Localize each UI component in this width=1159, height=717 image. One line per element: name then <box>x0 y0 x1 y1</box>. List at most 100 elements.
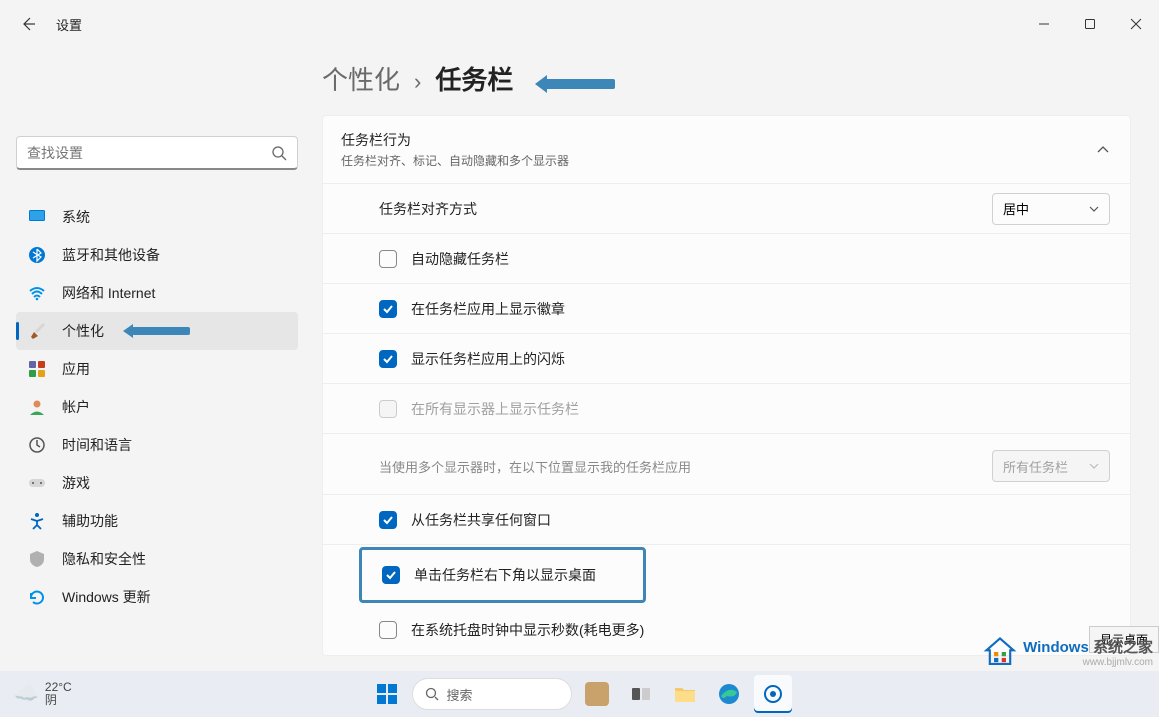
sidebar-item-system[interactable]: 系统 <box>16 198 298 236</box>
row-badges: 在任务栏应用上显示徽章 <box>323 284 1130 334</box>
sidebar: 系统 蓝牙和其他设备 网络和 Internet 个性化 应用 帐户 时间和语言 … <box>0 48 310 671</box>
close-button[interactable] <box>1113 4 1159 44</box>
weather-cond: 阴 <box>45 694 72 707</box>
chevron-right-icon: › <box>414 69 421 95</box>
sidebar-item-time[interactable]: 时间和语言 <box>16 426 298 464</box>
sidebar-item-label: 个性化 <box>62 321 104 341</box>
taskview-icon <box>630 683 652 705</box>
edge-button[interactable] <box>710 675 748 713</box>
person-icon <box>28 398 46 416</box>
row-alignment: 任务栏对齐方式 居中 <box>323 184 1130 234</box>
accessibility-icon <box>28 512 46 530</box>
panel-title: 任务栏行为 <box>341 130 1074 150</box>
update-icon <box>28 588 46 606</box>
sidebar-item-privacy[interactable]: 隐私和安全性 <box>16 540 298 578</box>
search-input-wrap[interactable] <box>16 136 298 170</box>
row-multi-note: 当使用多个显示器时，在以下位置显示我的任务栏应用 所有任务栏 <box>323 434 1130 495</box>
share-window-checkbox[interactable] <box>379 511 397 529</box>
shield-icon <box>28 550 46 568</box>
sidebar-item-label: 游戏 <box>62 473 90 493</box>
chevron-down-icon <box>1089 461 1099 471</box>
row-all-displays: 在所有显示器上显示任务栏 <box>323 384 1130 434</box>
folder-icon <box>673 682 697 706</box>
tray-clock-checkbox[interactable] <box>379 621 397 639</box>
maximize-icon <box>1084 18 1096 30</box>
chevron-up-icon <box>1096 143 1110 157</box>
task-view-button[interactable] <box>622 675 660 713</box>
content-area: 个性化 › 任务栏 任务栏行为 任务栏对齐、标记、自动隐藏和多个显示器 任务栏对… <box>310 48 1159 671</box>
sidebar-item-accessibility[interactable]: 辅助功能 <box>16 502 298 540</box>
check-icon <box>382 303 394 315</box>
alignment-select[interactable]: 居中 <box>992 193 1110 225</box>
sidebar-item-update[interactable]: Windows 更新 <box>16 578 298 616</box>
panel-header[interactable]: 任务栏行为 任务栏对齐、标记、自动隐藏和多个显示器 <box>323 116 1130 184</box>
sidebar-item-personalize[interactable]: 个性化 <box>16 312 298 350</box>
arrow-left-icon <box>20 16 36 32</box>
sidebar-item-network[interactable]: 网络和 Internet <box>16 274 298 312</box>
search-icon <box>425 687 439 701</box>
row-label: 任务栏对齐方式 <box>379 199 992 219</box>
check-icon <box>385 569 397 581</box>
apps-icon <box>28 360 46 378</box>
row-flashing: 显示任务栏应用上的闪烁 <box>323 334 1130 384</box>
row-autohide: 自动隐藏任务栏 <box>323 234 1130 284</box>
select-value: 所有任务栏 <box>1003 457 1068 476</box>
sidebar-item-account[interactable]: 帐户 <box>16 388 298 426</box>
gear-icon <box>762 683 784 705</box>
sidebar-item-bluetooth[interactable]: 蓝牙和其他设备 <box>16 236 298 274</box>
tooltip-show-desktop: 显示桌面 <box>1089 626 1159 653</box>
monitor-icon <box>28 208 46 226</box>
row-tray-clock: 在系统托盘时钟中显示秒数(耗电更多) <box>323 605 1130 655</box>
taskbar-behaviors-panel: 任务栏行为 任务栏对齐、标记、自动隐藏和多个显示器 任务栏对齐方式 居中 自动隐… <box>322 115 1131 656</box>
annotation-highlight: 单击任务栏右下角以显示桌面 <box>359 547 646 603</box>
panel-subtitle: 任务栏对齐、标记、自动隐藏和多个显示器 <box>341 152 1074 169</box>
back-button[interactable] <box>18 14 38 34</box>
sidebar-item-label: Windows 更新 <box>62 587 151 607</box>
edge-icon <box>717 682 741 706</box>
minimize-button[interactable] <box>1021 4 1067 44</box>
sidebar-item-gaming[interactable]: 游戏 <box>16 464 298 502</box>
settings-button[interactable] <box>754 675 792 713</box>
taskbar[interactable]: ☁️ 22°C 阴 搜索 <box>0 671 1159 717</box>
search-input[interactable] <box>27 145 271 161</box>
gamepad-icon <box>28 474 46 492</box>
show-desktop-checkbox[interactable] <box>382 566 400 584</box>
all-displays-checkbox <box>379 400 397 418</box>
start-button[interactable] <box>368 675 406 713</box>
row-label: 从任务栏共享任何窗口 <box>411 510 1110 530</box>
sidebar-item-label: 时间和语言 <box>62 435 132 455</box>
sidebar-item-apps[interactable]: 应用 <box>16 350 298 388</box>
windows-icon <box>375 682 399 706</box>
row-label: 显示任务栏应用上的闪烁 <box>411 349 1110 369</box>
row-show-desktop: 单击任务栏右下角以显示桌面 <box>362 550 643 600</box>
weather-widget[interactable]: ☁️ 22°C 阴 <box>14 681 72 707</box>
close-icon <box>1130 18 1142 30</box>
annotation-arrow-icon <box>545 79 615 89</box>
file-explorer-button[interactable] <box>666 675 704 713</box>
autohide-checkbox[interactable] <box>379 250 397 268</box>
check-icon <box>382 353 394 365</box>
flashing-checkbox[interactable] <box>379 350 397 368</box>
get-help-link[interactable]: ? 获取帮助 <box>322 656 1131 671</box>
breadcrumb-parent[interactable]: 个性化 <box>322 60 400 97</box>
sidebar-item-label: 网络和 Internet <box>62 283 155 303</box>
search-icon <box>271 145 287 161</box>
sidebar-item-label: 隐私和安全性 <box>62 549 146 569</box>
row-label: 单击任务栏右下角以显示桌面 <box>414 565 623 585</box>
titlebar: 设置 <box>0 0 1159 48</box>
minimize-icon <box>1038 18 1050 30</box>
taskbar-app-1[interactable] <box>578 675 616 713</box>
search-label: 搜索 <box>447 685 473 704</box>
taskbar-search[interactable]: 搜索 <box>412 678 572 710</box>
app-title: 设置 <box>56 15 82 34</box>
sidebar-item-label: 系统 <box>62 207 90 227</box>
sidebar-item-label: 蓝牙和其他设备 <box>62 245 160 265</box>
badges-checkbox[interactable] <box>379 300 397 318</box>
row-label: 自动隐藏任务栏 <box>411 249 1110 269</box>
maximize-button[interactable] <box>1067 4 1113 44</box>
sidebar-item-label: 帐户 <box>62 397 90 417</box>
paintbrush-icon <box>28 322 46 340</box>
row-label: 在任务栏应用上显示徽章 <box>411 299 1110 319</box>
chevron-down-icon <box>1089 204 1099 214</box>
sidebar-item-label: 辅助功能 <box>62 511 118 531</box>
